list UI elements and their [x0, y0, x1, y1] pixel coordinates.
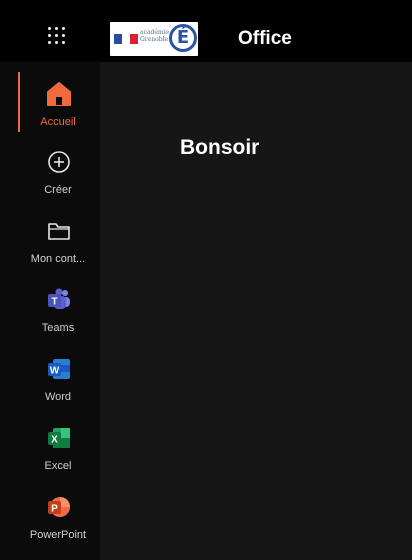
logo-letter: É — [169, 24, 197, 52]
nav-item-my-content[interactable]: Mon cont... — [18, 217, 100, 277]
greeting-heading: Bonsoir — [180, 136, 260, 159]
nav-item-word[interactable]: W Word — [18, 355, 100, 415]
word-icon: W — [48, 359, 70, 379]
home-icon — [47, 82, 71, 106]
svg-text:X: X — [51, 435, 58, 446]
teams-icon: T — [48, 288, 70, 309]
svg-text:P: P — [51, 504, 58, 515]
nav-label-create: Créer — [44, 184, 72, 196]
nav-label-my-content: Mon cont... — [30, 253, 86, 265]
nav-item-create[interactable]: Créer — [18, 148, 100, 208]
logo-text: académie Grenoble — [140, 29, 170, 43]
french-flag-icon — [114, 34, 138, 44]
nav-item-excel[interactable]: X Excel — [18, 424, 100, 484]
nav-label-home: Accueil — [40, 116, 76, 128]
folder-icon — [48, 223, 70, 240]
nav-label-powerpoint: PowerPoint — [29, 529, 87, 541]
nav-item-home[interactable]: Accueil — [18, 80, 100, 140]
top-bar: académie Grenoble É Office — [0, 0, 412, 62]
plus-circle-icon — [48, 151, 70, 173]
office-home-page: académie Grenoble É Office Accueil Créer — [0, 0, 412, 560]
organization-logo[interactable]: académie Grenoble É — [110, 22, 198, 56]
app-title[interactable]: Office — [238, 28, 292, 50]
svg-text:T: T — [51, 297, 57, 308]
nav-item-teams[interactable]: T Teams — [18, 286, 100, 346]
svg-text:W: W — [50, 366, 60, 377]
nav-item-powerpoint[interactable]: P PowerPoint — [18, 493, 100, 553]
nav-label-teams: Teams — [41, 322, 75, 334]
excel-icon: X — [48, 428, 70, 448]
nav-label-excel: Excel — [44, 460, 72, 472]
nav-label-word: Word — [44, 391, 72, 403]
powerpoint-icon: P — [48, 497, 70, 517]
app-launcher-icon[interactable] — [48, 27, 66, 45]
